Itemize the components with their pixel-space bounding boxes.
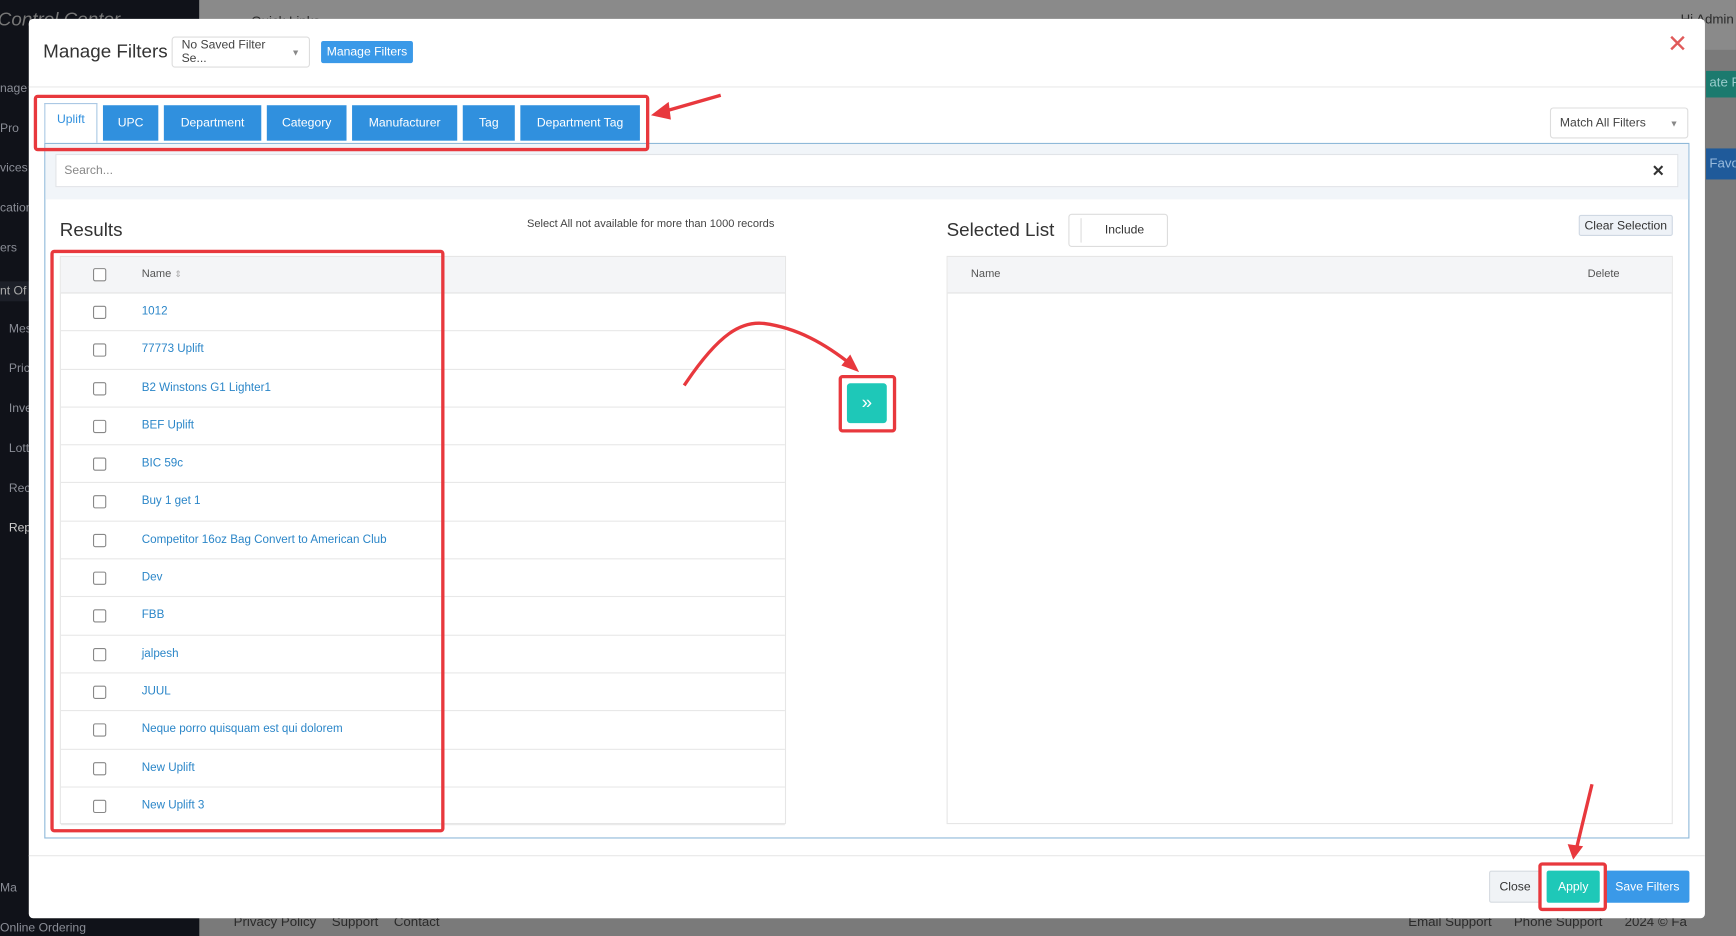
tab-department[interactable]: Department — [163, 105, 262, 141]
name-column-header: Name — [970, 268, 1001, 281]
chevron-down-icon: ▼ — [1669, 117, 1679, 128]
tab-uplift[interactable]: Uplift — [44, 103, 98, 143]
bg-create-button[interactable]: ate Re — [1706, 70, 1736, 98]
include-label: Include — [1104, 223, 1145, 238]
divider — [28, 86, 1705, 88]
row-name-link[interactable]: Buy 1 get 1 — [142, 495, 201, 508]
row-checkbox[interactable] — [92, 305, 107, 320]
match-filters-select[interactable]: Match All Filters ▼ — [1549, 107, 1689, 139]
include-toggle[interactable]: Include — [1068, 213, 1168, 248]
table-row: Buy 1 get 1 — [60, 483, 785, 522]
sidebar-item[interactable]: Ma — [0, 882, 17, 895]
row-checkbox[interactable] — [92, 343, 107, 358]
select-all-checkbox[interactable] — [92, 268, 107, 282]
clear-search-icon[interactable]: ✕ — [1652, 162, 1665, 181]
tab-category[interactable]: Category — [266, 105, 347, 141]
table-row: Competitor 16oz Bag Convert to American … — [60, 521, 785, 560]
match-filters-value: Match All Filters — [1559, 116, 1646, 130]
modal-title: Manage Filters — [43, 40, 168, 63]
table-row: Dev — [60, 559, 785, 598]
table-row: BIC 59c — [60, 446, 785, 484]
tab-department-tag[interactable]: Department Tag — [520, 105, 640, 141]
chevron-down-icon: ▼ — [291, 47, 301, 58]
sidebar-item[interactable]: Rec — [9, 482, 31, 495]
row-name-link[interactable]: BIC 59c — [142, 457, 183, 470]
sidebar-item[interactable]: Online Ordering — [0, 922, 86, 935]
selected-list-heading: Selected List — [946, 219, 1055, 241]
row-name-link[interactable]: B2 Winstons G1 Lighter1 — [142, 381, 271, 394]
row-checkbox[interactable] — [92, 761, 107, 775]
select-all-note: Select All not available for more than 1… — [526, 218, 775, 231]
row-name-link[interactable]: Competitor 16oz Bag Convert to American … — [142, 533, 387, 546]
name-column-header[interactable]: Name ⇕ — [142, 268, 182, 280]
row-checkbox[interactable] — [92, 685, 107, 699]
move-to-selected-button[interactable]: » — [846, 383, 887, 424]
row-checkbox[interactable] — [92, 799, 107, 813]
row-name-link[interactable]: BEF Uplift — [142, 419, 194, 432]
row-name-link[interactable]: 77773 Uplift — [142, 343, 204, 356]
results-table: Name ⇕ 1012 77773 Uplift B2 Winstons G1 Li… — [59, 255, 787, 826]
sidebar-item[interactable]: cation — [0, 202, 33, 215]
manage-filters-button[interactable]: Manage Filters — [321, 40, 413, 64]
table-row: New Uplift — [60, 749, 785, 788]
sidebar-item[interactable]: Pro — [0, 122, 19, 135]
divider — [28, 855, 1705, 857]
close-button[interactable]: Close — [1489, 870, 1542, 903]
close-icon[interactable]: ✕ — [1667, 32, 1687, 56]
row-checkbox[interactable] — [92, 571, 107, 585]
row-checkbox[interactable] — [92, 419, 107, 433]
delete-column-header: Delete — [1587, 268, 1620, 281]
save-filters-button[interactable]: Save Filters — [1605, 870, 1690, 903]
row-name-link[interactable]: Neque porro quisquam est qui dolorem — [142, 723, 343, 736]
results-table-header: Name ⇕ — [60, 256, 785, 294]
sidebar-item[interactable]: vices — [0, 162, 28, 175]
table-row: jalpesh — [60, 635, 785, 674]
selected-table-header: Name Delete — [947, 256, 1672, 294]
selected-table: Name Delete — [946, 255, 1673, 825]
row-name-link[interactable]: New Uplift 3 — [142, 798, 205, 811]
search-bar: Search... ✕ — [45, 144, 1689, 200]
results-heading: Results — [59, 219, 123, 241]
row-name-link[interactable]: FBB — [142, 609, 165, 622]
table-row: B2 Winstons G1 Lighter1 — [60, 370, 785, 408]
row-checkbox[interactable] — [92, 533, 107, 547]
saved-filter-select[interactable]: No Saved Filter Se... ▼ — [171, 36, 310, 68]
row-name-link[interactable]: Dev — [142, 571, 163, 584]
apply-button[interactable]: Apply — [1546, 870, 1600, 903]
row-checkbox[interactable] — [92, 381, 107, 395]
row-checkbox[interactable] — [92, 609, 107, 623]
clear-selection-button[interactable]: Clear Selection — [1578, 214, 1673, 236]
sidebar-item[interactable]: Lott — [9, 442, 29, 455]
row-checkbox[interactable] — [92, 723, 107, 737]
table-row: Neque porro quisquam est qui dolorem — [60, 711, 785, 750]
sidebar-item[interactable]: nage — [0, 82, 27, 95]
tab-manufacturer[interactable]: Manufacturer — [352, 105, 458, 141]
table-row: JUUL — [60, 673, 785, 712]
search-input[interactable]: Search... — [55, 153, 1679, 188]
row-name-link[interactable]: jalpesh — [142, 647, 179, 660]
table-row: 1012 — [60, 294, 785, 332]
tab-upc[interactable]: UPC — [102, 105, 159, 141]
row-name-link[interactable]: New Uplift — [142, 761, 195, 774]
row-name-link[interactable]: JUUL — [142, 685, 171, 698]
tab-tag[interactable]: Tag — [462, 105, 515, 141]
sidebar-item[interactable]: Pric — [9, 362, 30, 375]
toggle-knob — [1073, 218, 1082, 243]
row-checkbox[interactable] — [92, 495, 107, 509]
saved-filter-value: No Saved Filter Se... — [181, 38, 266, 66]
sort-icon: ⇕ — [174, 269, 182, 280]
double-chevron-right-icon: » — [861, 392, 873, 414]
row-checkbox[interactable] — [92, 457, 107, 471]
bg-favorite-button[interactable]: Favori — [1706, 148, 1736, 180]
table-row: BEF Uplift — [60, 408, 785, 446]
table-row: FBB — [60, 597, 785, 636]
row-checkbox[interactable] — [92, 647, 107, 661]
sidebar-item[interactable]: ers — [0, 241, 17, 254]
table-row: New Uplift 3 — [60, 787, 785, 826]
row-name-link[interactable]: 1012 — [142, 305, 168, 318]
table-row: 77773 Uplift — [60, 332, 785, 370]
